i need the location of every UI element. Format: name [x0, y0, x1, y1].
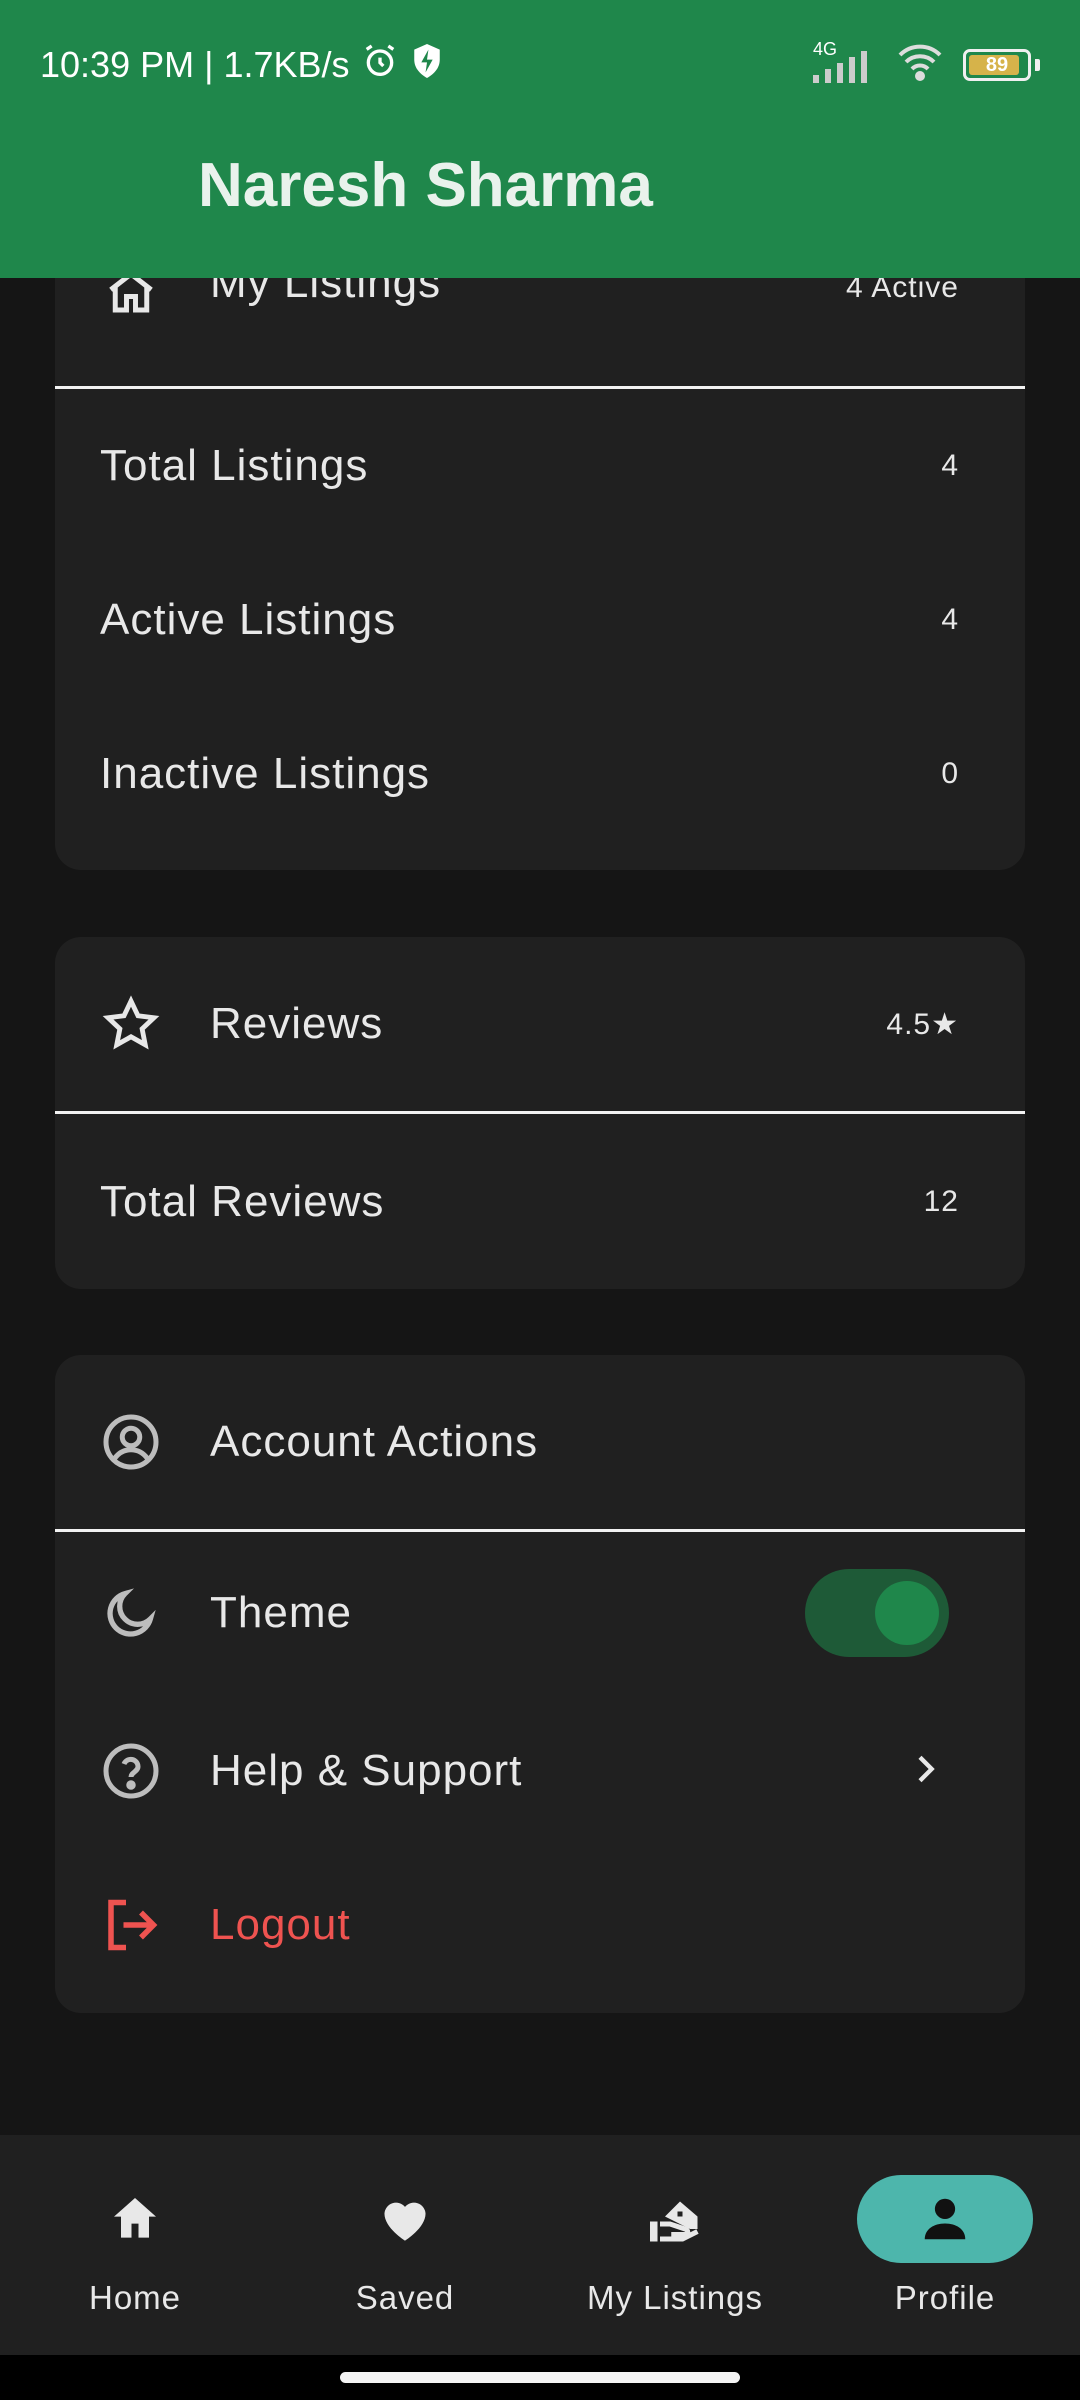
- nav-home[interactable]: Home: [35, 2175, 235, 2335]
- wifi-icon: [895, 41, 945, 90]
- alarm-icon: [360, 41, 400, 90]
- nav-my-listings[interactable]: My Listings: [575, 2175, 775, 2335]
- list-item: Total Reviews 12: [55, 1114, 1025, 1289]
- heart-icon: [384, 2202, 426, 2241]
- logout-icon: [101, 1895, 161, 1955]
- top-app-bar: 10:39 PM | 1.7KB/s 4G 89 Naresh Sharma: [0, 0, 1080, 278]
- logout-label: Logout: [210, 1900, 351, 1949]
- nav-profile-label: Profile: [894, 2279, 996, 2316]
- account-circle-icon: [101, 1412, 161, 1472]
- bottom-navigation: Home Saved My Listings Profile: [0, 2135, 1080, 2355]
- shield-bolt-icon: [410, 42, 444, 89]
- account-actions-label: Account Actions: [210, 1417, 539, 1466]
- reviews-rating: 4.5★: [886, 1007, 959, 1041]
- nav-profile[interactable]: Profile: [845, 2175, 1045, 2335]
- list-item: Inactive Listings 0: [55, 697, 1025, 851]
- reviews-card: Reviews 4.5★ Total Reviews 12: [55, 937, 1025, 1289]
- chevron-right-icon: [905, 1749, 945, 1794]
- reviews-header-label: Reviews: [210, 999, 384, 1048]
- listings-icon: [650, 2201, 699, 2242]
- battery-level: 89: [985, 53, 1009, 76]
- help-support-row[interactable]: Help & Support: [55, 1694, 1025, 1848]
- list-item: Active Listings 4: [55, 543, 1025, 697]
- listings-card: My Listings 4 Active Total Listings 4 Ac…: [55, 218, 1025, 870]
- nav-home-label: Home: [88, 2279, 182, 2316]
- total-reviews-label: Total Reviews: [100, 1176, 385, 1226]
- help-support-label: Help & Support: [210, 1746, 523, 1795]
- moon-icon: [101, 1583, 161, 1643]
- cellular-signal-icon: 4G: [811, 39, 877, 85]
- inactive-listings-value: 0: [941, 757, 959, 790]
- nav-saved[interactable]: Saved: [305, 2175, 505, 2335]
- active-listings-label: Active Listings: [100, 595, 397, 644]
- total-reviews-value: 12: [923, 1184, 959, 1218]
- status-time-speed: 10:39 PM | 1.7KB/s: [40, 44, 350, 85]
- nav-active-indicator: [857, 2175, 1033, 2263]
- account-actions-card: Account Actions Theme Help & Support Log…: [55, 1355, 1025, 2013]
- page-title: Naresh Sharma: [198, 151, 653, 220]
- person-icon: [924, 2198, 966, 2240]
- total-listings-value: 4: [941, 449, 959, 482]
- toggle-knob: [875, 1581, 939, 1645]
- total-listings-label: Total Listings: [100, 441, 369, 490]
- network-type: 4G: [813, 39, 838, 59]
- home-icon: [114, 2198, 156, 2238]
- star-icon: [101, 994, 161, 1054]
- account-actions-header-row: Account Actions: [55, 1355, 1025, 1529]
- theme-row[interactable]: Theme: [55, 1532, 1025, 1694]
- active-listings-value: 4: [941, 603, 959, 636]
- theme-label: Theme: [210, 1588, 352, 1637]
- nav-saved-label: Saved: [355, 2279, 455, 2316]
- theme-toggle[interactable]: [805, 1569, 949, 1657]
- logout-row[interactable]: Logout: [55, 1848, 1025, 2002]
- status-bar: 10:39 PM | 1.7KB/s 4G 89: [40, 39, 1040, 90]
- inactive-listings-label: Inactive Listings: [100, 749, 431, 798]
- nav-my-listings-label: My Listings: [586, 2279, 764, 2316]
- gesture-bar[interactable]: [340, 2372, 740, 2383]
- reviews-header-row[interactable]: Reviews 4.5★: [55, 937, 1025, 1111]
- battery-icon: 89: [963, 49, 1031, 81]
- list-item: Total Listings 4: [55, 389, 1025, 543]
- help-circle-icon: [101, 1741, 161, 1801]
